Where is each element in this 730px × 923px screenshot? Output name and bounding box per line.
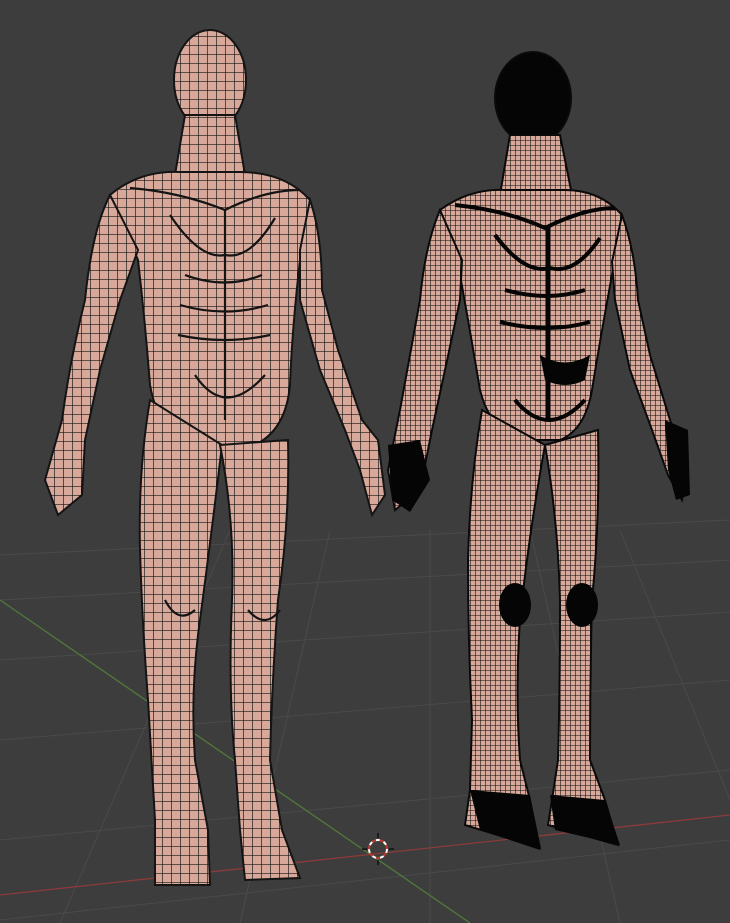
floor-grid [0, 519, 730, 923]
viewport-canvas [0, 29, 730, 923]
high-density-body[interactable] [386, 51, 690, 850]
3d-viewport[interactable] [0, 0, 730, 923]
x-axis-line [0, 814, 730, 896]
3d-cursor-icon[interactable] [362, 833, 394, 865]
low-density-body[interactable] [43, 29, 387, 886]
